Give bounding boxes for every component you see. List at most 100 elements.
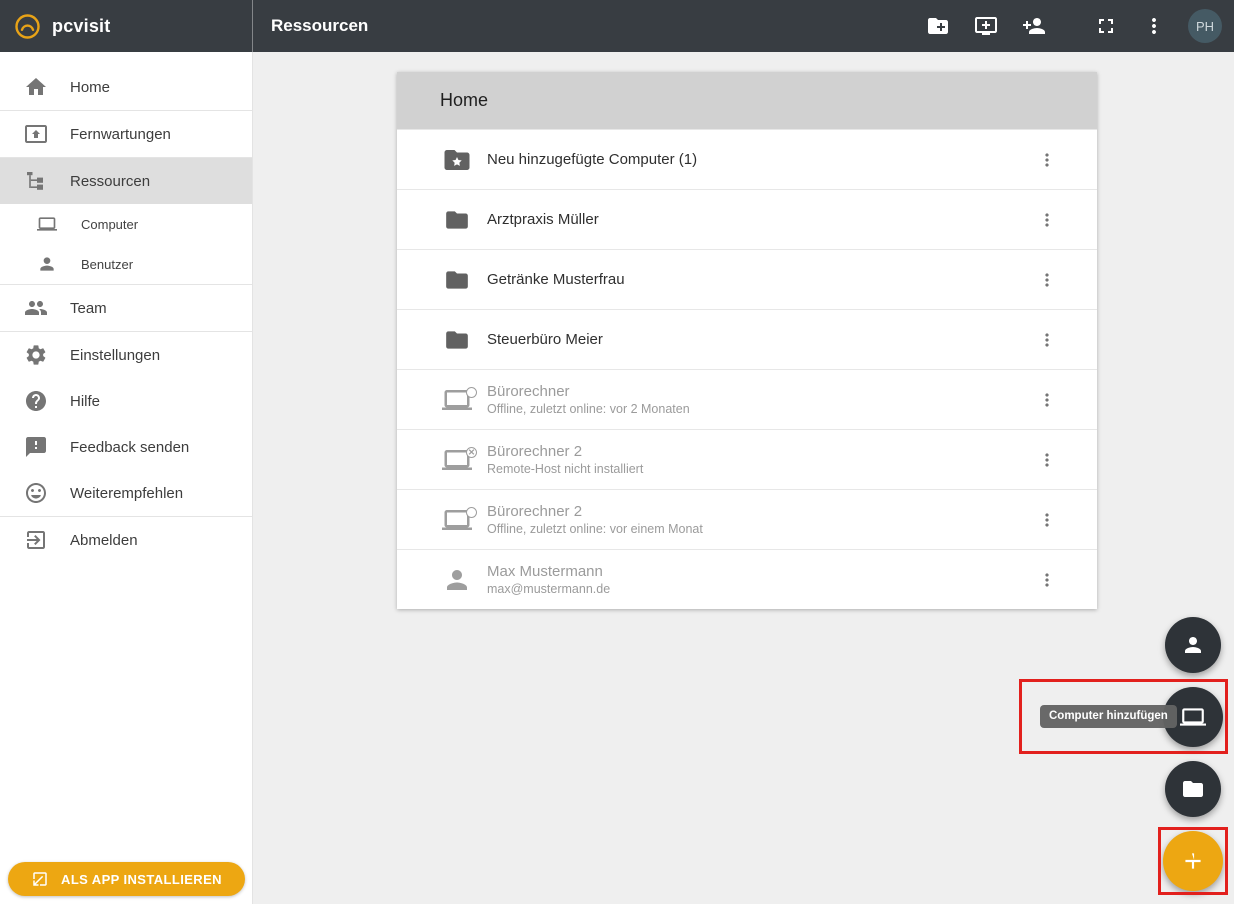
list-item-neu-hinzugefuegte-computer[interactable]: Neu hinzugefügte Computer (1): [397, 129, 1097, 189]
sidebar-item-feedback[interactable]: Feedback senden: [0, 424, 252, 470]
list-item-buerorechner-2b[interactable]: Bürorechner 2 Offline, zuletzt online: v…: [397, 489, 1097, 549]
smiley-icon: [24, 481, 48, 505]
remote-session-icon: [24, 122, 48, 146]
add-computer-button[interactable]: [962, 2, 1010, 50]
sidebar-item-label: Benutzer: [81, 257, 133, 272]
list-header: Home: [397, 72, 1097, 129]
folder-star-icon: [439, 145, 475, 175]
brand-name: pcvisit: [52, 16, 110, 37]
folder-icon: [1181, 777, 1205, 801]
install-app-button[interactable]: ALS APP INSTALLIEREN: [8, 862, 245, 896]
offline-status-badge: [466, 507, 477, 518]
person-icon: [1181, 633, 1205, 657]
resource-name: Getränke Musterfrau: [487, 271, 625, 288]
add-user-button[interactable]: [1010, 2, 1058, 50]
list-title: Home: [440, 90, 488, 111]
sidebar-item-weiterempfehlen[interactable]: Weiterempfehlen: [0, 470, 252, 516]
row-menu-button[interactable]: [1033, 440, 1061, 480]
sidebar-item-label: Weiterempfehlen: [70, 485, 183, 502]
help-icon: [24, 389, 48, 413]
list-item-buerorechner-2[interactable]: Bürorechner 2 Remote-Host nicht installi…: [397, 429, 1097, 489]
more-vert-icon: [1037, 450, 1057, 470]
more-vert-icon: [1037, 270, 1057, 290]
laptop-offline-icon: [439, 505, 475, 535]
install-app-icon: [31, 870, 49, 888]
feedback-icon: [24, 435, 48, 459]
laptop-icon: [37, 214, 57, 234]
tree-icon: [24, 169, 48, 193]
gear-icon: [24, 343, 48, 367]
list-item-max-mustermann[interactable]: Max Mustermann max@mustermann.de: [397, 549, 1097, 609]
offline-status-badge: [466, 387, 477, 398]
sidebar-item-label: Fernwartungen: [70, 126, 171, 143]
install-app-label: ALS APP INSTALLIEREN: [61, 872, 222, 887]
list-item-arztpraxis-mueller[interactable]: Arztpraxis Müller: [397, 189, 1097, 249]
sidebar-item-ressourcen[interactable]: Ressourcen: [0, 158, 252, 204]
folder-icon: [439, 267, 475, 293]
sidebar-item-benutzer[interactable]: Benutzer: [0, 244, 252, 284]
resource-email: max@mustermann.de: [487, 582, 610, 596]
row-menu-button[interactable]: [1033, 320, 1061, 360]
more-vert-icon: [1037, 210, 1057, 230]
fullscreen-icon: [1094, 14, 1118, 38]
row-menu-button[interactable]: [1033, 140, 1061, 180]
not-installed-status-badge: [466, 447, 477, 458]
add-user-fab[interactable]: [1165, 617, 1221, 673]
sidebar-item-einstellungen[interactable]: Einstellungen: [0, 332, 252, 378]
computer-add-icon: [974, 14, 998, 38]
sidebar-item-abmelden[interactable]: Abmelden: [0, 517, 252, 563]
sidebar-item-label: Ressourcen: [70, 173, 150, 190]
sidebar-item-label: Abmelden: [70, 532, 138, 549]
more-vert-icon: [1037, 570, 1057, 590]
row-menu-button[interactable]: [1033, 260, 1061, 300]
main-content: Home Neu hinzugefügte Computer (1) Arztp…: [253, 52, 1234, 904]
sidebar-item-fernwartungen[interactable]: Fernwartungen: [0, 111, 252, 157]
brand-area: pcvisit: [0, 0, 253, 52]
more-vert-icon: [1037, 510, 1057, 530]
resource-name: Neu hinzugefügte Computer (1): [487, 151, 697, 168]
folder-icon: [439, 207, 475, 233]
laptop-offline-icon: [439, 385, 475, 415]
sidebar-item-team[interactable]: Team: [0, 285, 252, 331]
list-item-steuerbuero-meier[interactable]: Steuerbüro Meier: [397, 309, 1097, 369]
plus-icon: [1180, 848, 1206, 874]
list-item-getraenke-musterfrau[interactable]: Getränke Musterfrau: [397, 249, 1097, 309]
pcvisit-logo-icon: [14, 13, 41, 40]
create-folder-button[interactable]: [914, 2, 962, 50]
folder-add-icon: [926, 14, 950, 38]
resource-name: Arztpraxis Müller: [487, 211, 599, 228]
logout-icon: [24, 528, 48, 552]
row-menu-button[interactable]: [1033, 380, 1061, 420]
list-item-buerorechner[interactable]: Bürorechner Offline, zuletzt online: vor…: [397, 369, 1097, 429]
more-vert-icon: [1142, 14, 1166, 38]
header-actions: PH: [914, 2, 1234, 50]
more-vert-icon: [1037, 150, 1057, 170]
sidebar-item-hilfe[interactable]: Hilfe: [0, 378, 252, 424]
add-fab[interactable]: [1163, 831, 1223, 891]
resource-name: Max Mustermann: [487, 563, 610, 580]
sidebar-item-label: Feedback senden: [70, 439, 189, 456]
sidebar-item-computer[interactable]: Computer: [0, 204, 252, 244]
sidebar-item-label: Home: [70, 79, 110, 96]
resource-name: Steuerbüro Meier: [487, 331, 603, 348]
user-avatar[interactable]: PH: [1188, 9, 1222, 43]
top-app-bar: pcvisit Ressourcen PH: [0, 0, 1234, 52]
people-icon: [24, 296, 48, 320]
resource-name: Bürorechner 2: [487, 503, 703, 520]
laptop-icon: [1180, 704, 1206, 730]
fullscreen-button[interactable]: [1082, 2, 1130, 50]
more-vert-icon: [1037, 330, 1057, 350]
computer-hinzufuegen-tooltip: Computer hinzufügen: [1040, 705, 1177, 728]
page-title: Ressourcen: [253, 16, 368, 36]
resource-status: Remote-Host nicht installiert: [487, 462, 643, 476]
add-folder-fab[interactable]: [1165, 761, 1221, 817]
row-menu-button[interactable]: [1033, 500, 1061, 540]
resource-list-card: Home Neu hinzugefügte Computer (1) Arztp…: [397, 72, 1097, 609]
row-menu-button[interactable]: [1033, 200, 1061, 240]
person-add-icon: [1022, 14, 1046, 38]
sidebar-item-label: Team: [70, 300, 107, 317]
more-menu-button[interactable]: [1130, 2, 1178, 50]
sidebar-item-home[interactable]: Home: [0, 64, 252, 110]
row-menu-button[interactable]: [1033, 560, 1061, 600]
person-icon: [37, 254, 57, 274]
